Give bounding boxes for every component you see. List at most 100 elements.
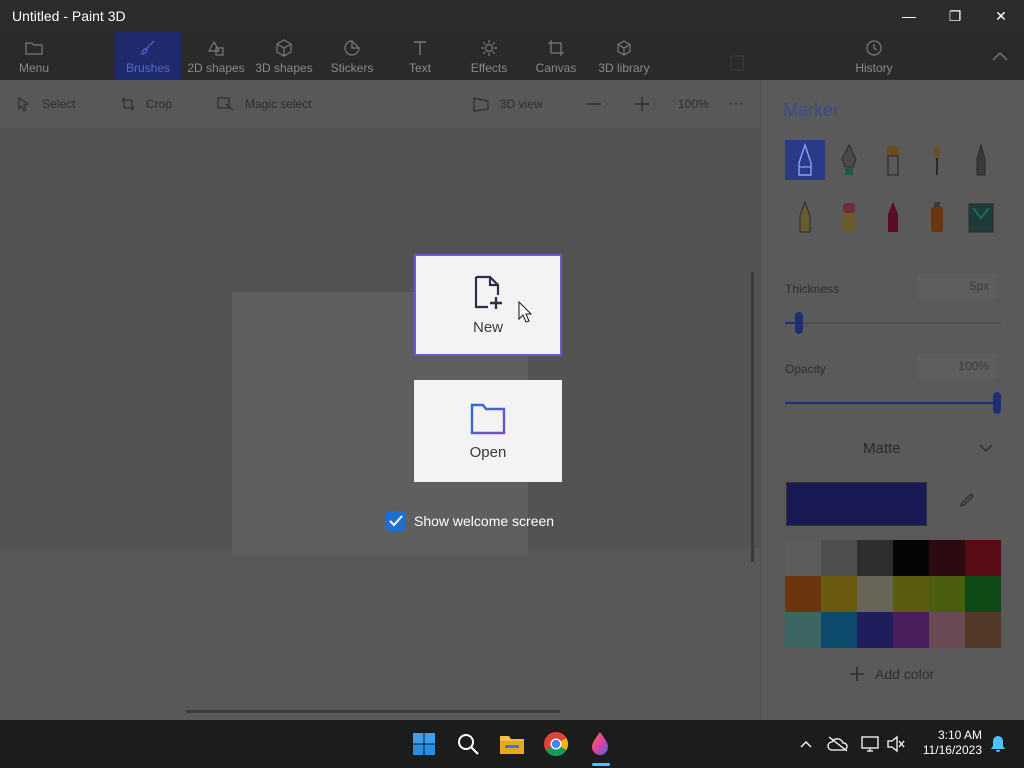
tab-label: 2D shapes <box>187 61 245 75</box>
volume-button[interactable] <box>884 732 908 756</box>
opacity-value[interactable]: 100% <box>917 354 997 378</box>
calligraphy-pen-brush[interactable] <box>829 140 869 180</box>
palette-swatch[interactable] <box>821 540 857 576</box>
palette-swatch[interactable] <box>893 576 929 612</box>
taskbar-clock[interactable]: 3:10 AM 11/16/2023 <box>916 728 982 758</box>
file-explorer-button[interactable] <box>496 728 528 760</box>
oil-brush[interactable] <box>873 140 913 180</box>
palette-swatch[interactable] <box>821 576 857 612</box>
watercolor-brush[interactable] <box>917 140 957 180</box>
eraser-icon <box>843 203 855 232</box>
palette-swatch[interactable] <box>929 540 965 576</box>
zoom-out-button[interactable] <box>586 80 602 128</box>
palette-swatch[interactable] <box>965 612 1001 648</box>
paste-icon <box>727 52 747 72</box>
palette-swatch[interactable] <box>965 540 1001 576</box>
open-project-button[interactable]: Open <box>414 380 562 482</box>
tab-3d-shapes[interactable]: 3D shapes <box>252 32 316 80</box>
minimize-button[interactable]: — <box>886 0 932 32</box>
tab-stickers[interactable]: Stickers <box>320 32 384 80</box>
crayon-brush[interactable] <box>873 197 913 237</box>
paste-button[interactable] <box>718 32 756 80</box>
chrome-button[interactable] <box>540 728 572 760</box>
open-folder-icon <box>470 403 506 434</box>
onedrive-button[interactable] <box>826 732 850 756</box>
palette-swatch[interactable] <box>821 612 857 648</box>
thickness-slider-track[interactable] <box>785 322 1001 324</box>
spray-can-brush[interactable] <box>917 197 957 237</box>
3d-view-button[interactable]: 3D view <box>472 80 543 128</box>
search-button[interactable] <box>452 728 484 760</box>
menu-button[interactable]: Menu <box>0 32 68 80</box>
select-button[interactable]: Select <box>16 80 75 128</box>
new-project-button[interactable]: New <box>414 254 562 356</box>
palette-swatch[interactable] <box>785 576 821 612</box>
canvas-icon <box>546 38 566 58</box>
collapse-ribbon-button[interactable] <box>984 32 1016 80</box>
tab-label: 3D library <box>598 61 650 75</box>
current-color-swatch[interactable] <box>786 482 927 526</box>
text-icon <box>410 38 430 58</box>
horizontal-scrollbar[interactable] <box>186 710 560 713</box>
close-button[interactable]: ✕ <box>978 0 1024 32</box>
sticker-icon <box>342 38 362 58</box>
palette-swatch[interactable] <box>857 540 893 576</box>
tab-brushes[interactable]: Brushes <box>115 32 181 80</box>
show-welcome-checkbox[interactable] <box>386 511 406 531</box>
active-app-indicator <box>592 763 610 766</box>
palette-swatch[interactable] <box>785 540 821 576</box>
paint-3d-taskbar-button[interactable] <box>584 728 616 760</box>
network-button[interactable] <box>858 732 882 756</box>
palette-swatch[interactable] <box>893 612 929 648</box>
fill-bucket-brush[interactable] <box>961 197 1001 237</box>
canvas-area[interactable] <box>0 128 760 720</box>
zoom-in-button[interactable] <box>634 80 650 128</box>
magic-select-button[interactable]: Magic select <box>217 80 312 128</box>
tab-canvas[interactable]: Canvas <box>530 32 582 80</box>
plus-icon <box>850 667 864 681</box>
select-cursor-icon <box>18 96 30 112</box>
start-button[interactable] <box>408 728 440 760</box>
thickness-value[interactable]: 5px <box>917 274 997 298</box>
pencil-brush[interactable] <box>785 197 825 237</box>
restore-button[interactable]: ❐ <box>932 0 978 32</box>
chrome-icon <box>544 732 569 756</box>
vertical-scrollbar[interactable] <box>751 272 754 562</box>
marker-brush[interactable] <box>785 140 825 180</box>
tab-label: Effects <box>470 61 508 75</box>
finish-dropdown[interactable]: Matte <box>863 440 901 457</box>
canvas-workspace-lower <box>0 548 760 720</box>
show-welcome-checkbox-row[interactable]: Show welcome screen <box>386 511 554 531</box>
history-button[interactable]: History <box>850 32 898 80</box>
tab-effects[interactable]: Effects <box>462 32 516 80</box>
checkmark-icon <box>389 515 403 527</box>
tab-2d-shapes[interactable]: 2D shapes <box>184 32 248 80</box>
pixel-pen-brush[interactable] <box>961 140 1001 180</box>
thickness-slider-thumb[interactable] <box>795 312 804 334</box>
show-hidden-icons-button[interactable] <box>794 732 818 756</box>
zoom-level[interactable]: 100% <box>678 80 709 128</box>
eyedropper-icon[interactable] <box>955 492 975 517</box>
tab-3d-library[interactable]: 3D library <box>594 32 654 80</box>
palette-swatch[interactable] <box>857 612 893 648</box>
paint-3d-icon <box>592 732 608 755</box>
sun-icon <box>479 38 499 58</box>
palette-swatch[interactable] <box>857 576 893 612</box>
watercolor-brush-icon <box>934 145 940 175</box>
mouse-cursor-icon <box>518 300 533 328</box>
opacity-slider-thumb[interactable] <box>993 392 1001 414</box>
crop-button[interactable]: Crop <box>120 80 172 128</box>
palette-swatch[interactable] <box>965 576 1001 612</box>
tab-text[interactable]: Text <box>396 32 444 80</box>
add-color-button[interactable]: Add color <box>849 666 934 682</box>
notifications-button[interactable] <box>986 732 1010 756</box>
palette-swatch[interactable] <box>893 540 929 576</box>
palette-swatch[interactable] <box>785 612 821 648</box>
chevron-down-icon[interactable] <box>979 444 993 452</box>
palette-swatch[interactable] <box>929 612 965 648</box>
brush-panel: Marker Thickness 5px Opacity 100% Matte <box>760 80 1024 720</box>
eraser-brush[interactable] <box>829 197 869 237</box>
more-options-button[interactable]: ··· <box>728 80 744 128</box>
thickness-slider-fill <box>785 322 796 324</box>
palette-swatch[interactable] <box>929 576 965 612</box>
